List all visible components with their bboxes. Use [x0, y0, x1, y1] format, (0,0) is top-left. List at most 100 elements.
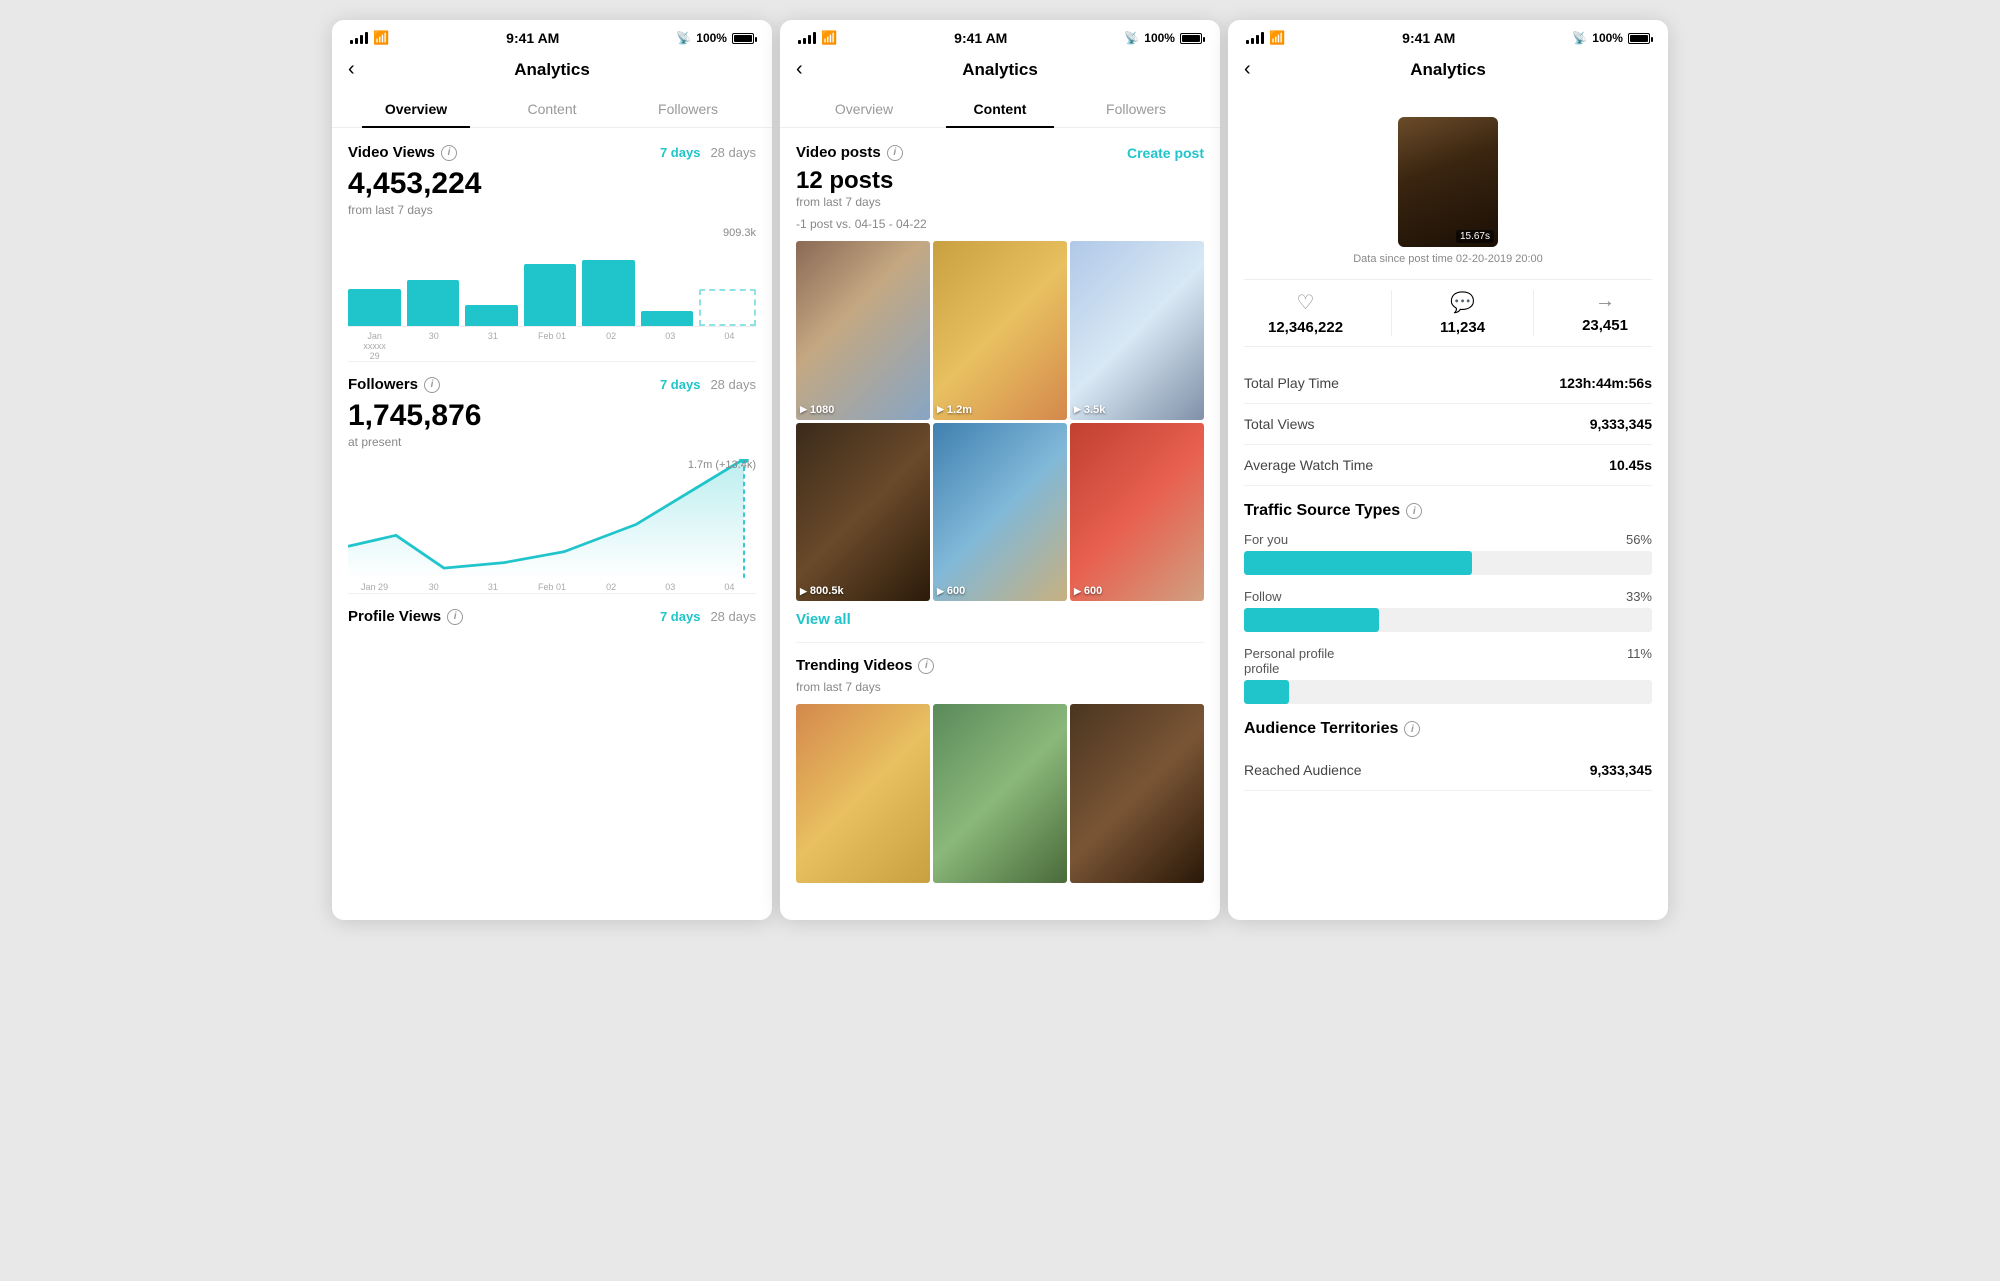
xf-jan29: Jan 29 [348, 582, 401, 592]
back-button-1[interactable]: ‹ [348, 58, 355, 81]
status-left-3: 📶 [1246, 30, 1285, 46]
video-views-title: Video Views i [348, 144, 457, 161]
phone-overview: 📶 9:41 AM 📡 100% ‹ Analytics Overview Co… [332, 20, 772, 920]
eng-divider-1 [1391, 290, 1392, 336]
traffic-label-personal: Personal profileprofile [1244, 646, 1334, 676]
traffic-personal: Personal profileprofile 11% [1244, 646, 1652, 704]
trending-thumb-1[interactable] [796, 704, 930, 883]
back-button-2[interactable]: ‹ [796, 58, 803, 81]
tab-overview-1[interactable]: Overview [348, 91, 484, 127]
content-panel: Video posts i Create post 12 posts from … [780, 128, 1220, 920]
info-icon-video-posts[interactable]: i [887, 145, 903, 161]
data-since-text: Data since post time 02-20-2019 20:00 [1244, 253, 1652, 265]
likes-item: ♡ 12,346,222 [1268, 290, 1343, 336]
audience-title: Audience Territories i [1244, 720, 1652, 738]
bar-fill-follow [1244, 608, 1379, 632]
bar-fill-personal [1244, 680, 1289, 704]
tab-followers-1[interactable]: Followers [620, 91, 756, 127]
bar-02 [582, 260, 635, 326]
eng-divider-2 [1533, 290, 1534, 336]
video-thumb-6[interactable]: ▶ 600 [1070, 423, 1204, 602]
video-posts-title: Video posts i [796, 144, 903, 161]
7days-btn-video[interactable]: 7 days [660, 145, 700, 160]
28days-btn-followers[interactable]: 28 days [710, 377, 756, 392]
engagement-row: ♡ 12,346,222 💬 11,234 → 23,451 [1244, 279, 1652, 347]
video-thumb-1[interactable]: ▶ 1080 [796, 241, 930, 420]
view-all-button[interactable]: View all [796, 611, 1204, 628]
trending-thumb-3[interactable] [1070, 704, 1204, 883]
7days-btn-followers[interactable]: 7 days [660, 377, 700, 392]
28days-btn-profile[interactable]: 28 days [710, 609, 756, 624]
play-icon-3: ▶ [1074, 404, 1081, 415]
bar-03 [641, 311, 694, 326]
x-31: 31 [466, 331, 519, 361]
battery-icon-1 [732, 33, 754, 44]
traffic-label-foryou: For you [1244, 532, 1288, 547]
stat-label-views: Total Views [1244, 416, 1315, 432]
tab-content-2[interactable]: Content [932, 91, 1068, 127]
xf-03: 03 [644, 582, 697, 592]
play-icon-2: ▶ [937, 404, 944, 415]
info-icon-followers[interactable]: i [424, 377, 440, 393]
x-02: 02 [585, 331, 638, 361]
stat-value-playtime: 123h:44m:56s [1559, 375, 1652, 391]
signal-icon-2 [798, 32, 816, 44]
x-feb01: Feb 01 [525, 331, 578, 361]
bar-30 [407, 280, 460, 326]
battery-pct-1: 100% [696, 31, 727, 45]
x-axis-video: Janxxxxx29 30 31 Feb 01 02 03 04 [348, 331, 756, 361]
trending-header: Trending Videos i [796, 657, 1204, 674]
trending-thumb-2[interactable] [933, 704, 1067, 883]
bar-track-personal [1244, 680, 1652, 704]
x-jan29: Janxxxxx29 [348, 331, 401, 361]
stat-value-views: 9,333,345 [1590, 416, 1652, 432]
tabs-1: Overview Content Followers [332, 91, 772, 128]
back-button-3[interactable]: ‹ [1244, 58, 1251, 81]
bar-31 [465, 305, 518, 326]
profile-views-header: Profile Views i 7 days 28 days [348, 608, 756, 625]
info-icon-video-views[interactable]: i [441, 145, 457, 161]
xf-feb01: Feb 01 [525, 582, 578, 592]
28days-btn-video[interactable]: 28 days [710, 145, 756, 160]
tab-overview-2[interactable]: Overview [796, 91, 932, 127]
reached-audience-row: Reached Audience 9,333,345 [1244, 750, 1652, 791]
7days-btn-profile[interactable]: 7 days [660, 609, 700, 624]
stat-label-playtime: Total Play Time [1244, 375, 1339, 391]
create-post-button[interactable]: Create post [1127, 145, 1204, 161]
video-views-header: Video Views i 7 days 28 days [348, 144, 756, 161]
video-thumb-4[interactable]: ▶ 800.5k [796, 423, 930, 602]
tab-followers-2[interactable]: Followers [1068, 91, 1204, 127]
bar-04 [699, 289, 756, 326]
traffic-pct-personal: 11% [1627, 646, 1652, 676]
play-icon-1: ▶ [800, 404, 807, 415]
time-3: 9:41 AM [1402, 30, 1455, 46]
video-count-2: ▶ 1.2m [937, 404, 972, 416]
chart-max-label: 909.3k [723, 227, 756, 239]
video-views-subtext: from last 7 days [348, 203, 756, 217]
phone-detail: 📶 9:41 AM 📡 100% ‹ Analytics 15.67s Data… [1228, 20, 1668, 920]
tabs-2: Overview Content Followers [780, 91, 1220, 128]
post-preview-area: 15.67s [1244, 117, 1652, 247]
info-icon-profile-views[interactable]: i [447, 609, 463, 625]
trending-meta: from last 7 days [796, 680, 1204, 694]
xf-02: 02 [585, 582, 638, 592]
video-thumb-5[interactable]: ▶ 600 [933, 423, 1067, 602]
video-thumb-3[interactable]: ▶ 3.5k [1070, 241, 1204, 420]
info-icon-traffic[interactable]: i [1406, 503, 1422, 519]
traffic-for-you: For you 56% [1244, 532, 1652, 575]
trending-grid [796, 704, 1204, 883]
traffic-personal-header: Personal profileprofile 11% [1244, 646, 1652, 676]
line-chart-svg [348, 459, 756, 579]
traffic-follow: Follow 33% [1244, 589, 1652, 632]
post-thumbnail[interactable]: 15.67s [1398, 117, 1498, 247]
bar-chart [348, 227, 756, 327]
bar-track-follow [1244, 608, 1652, 632]
info-icon-audience[interactable]: i [1404, 721, 1420, 737]
traffic-pct-follow: 33% [1626, 589, 1652, 604]
bluetooth-icon-1: 📡 [676, 31, 691, 45]
traffic-title: Traffic Source Types i [1244, 502, 1652, 520]
tab-content-1[interactable]: Content [484, 91, 620, 127]
divider-2 [348, 593, 756, 594]
video-thumb-2[interactable]: ▶ 1.2m [933, 241, 1067, 420]
info-icon-trending[interactable]: i [918, 658, 934, 674]
